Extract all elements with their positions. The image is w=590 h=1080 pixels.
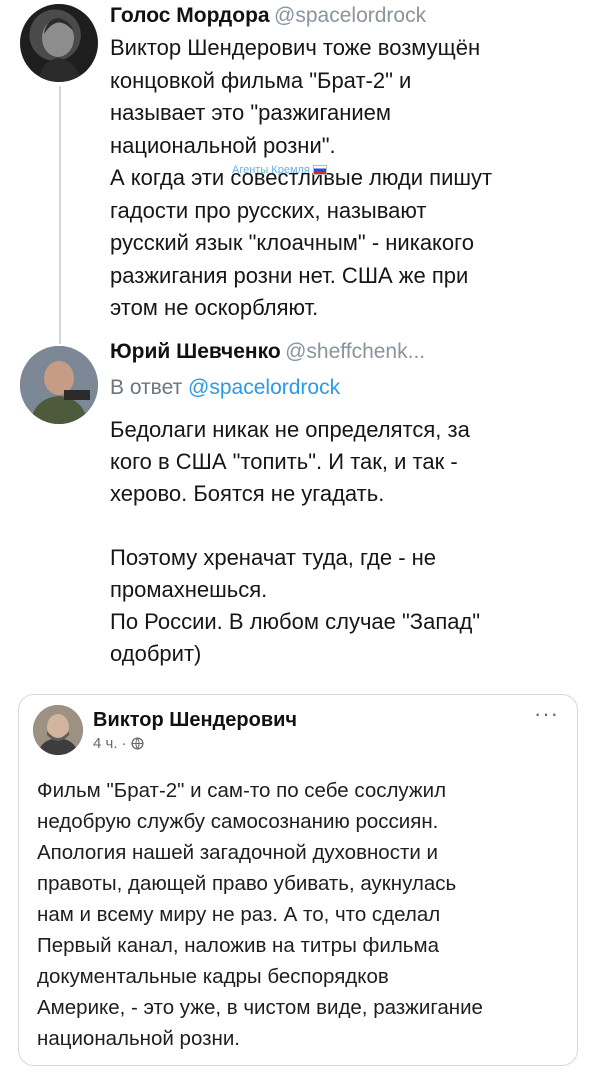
avatar-portrait-icon xyxy=(20,346,98,424)
reply-to-prefix: В ответ xyxy=(110,376,183,399)
watermark: Агенты Кремля xyxy=(232,164,327,176)
tweet-author-handle[interactable]: @sheffchenk... xyxy=(285,340,425,363)
tweet-author-handle[interactable]: @spacelordrock xyxy=(274,4,426,27)
avatar[interactable] xyxy=(33,705,83,755)
thread-connector-line xyxy=(59,86,61,344)
avatar-portrait-icon xyxy=(38,18,82,82)
reply-to-line: В ответ @spacelordrock xyxy=(110,376,340,400)
tweet-author-name[interactable]: Голос Мордора xyxy=(110,4,270,27)
post-time[interactable]: 4 ч. · xyxy=(93,735,131,752)
russian-flag-icon xyxy=(312,165,327,176)
more-options-button[interactable]: ··· xyxy=(534,701,559,727)
tweet-text: Бедолаги никак не определятся, за кого в… xyxy=(110,417,481,666)
avatar-portrait-icon xyxy=(33,705,83,755)
tweet-author-name[interactable]: Юрий Шевченко xyxy=(110,340,281,363)
watermark-text: Агенты Кремля xyxy=(232,164,310,176)
facebook-post-card: Виктор Шендерович 4 ч. · ··· Фильм "Брат… xyxy=(18,694,578,1066)
tweet-text: Виктор Шендерович тоже возмущён концовко… xyxy=(110,35,493,320)
avatar[interactable] xyxy=(20,346,98,424)
globe-icon xyxy=(131,737,144,750)
post-text: Фильм "Брат-2" и сам-то по себе сослужил… xyxy=(37,779,483,1050)
post-author-name[interactable]: Виктор Шендерович xyxy=(93,709,297,732)
avatar[interactable] xyxy=(20,4,98,82)
reply-to-handle-link[interactable]: @spacelordrock xyxy=(188,376,340,399)
post-meta: 4 ч. · xyxy=(93,735,144,752)
